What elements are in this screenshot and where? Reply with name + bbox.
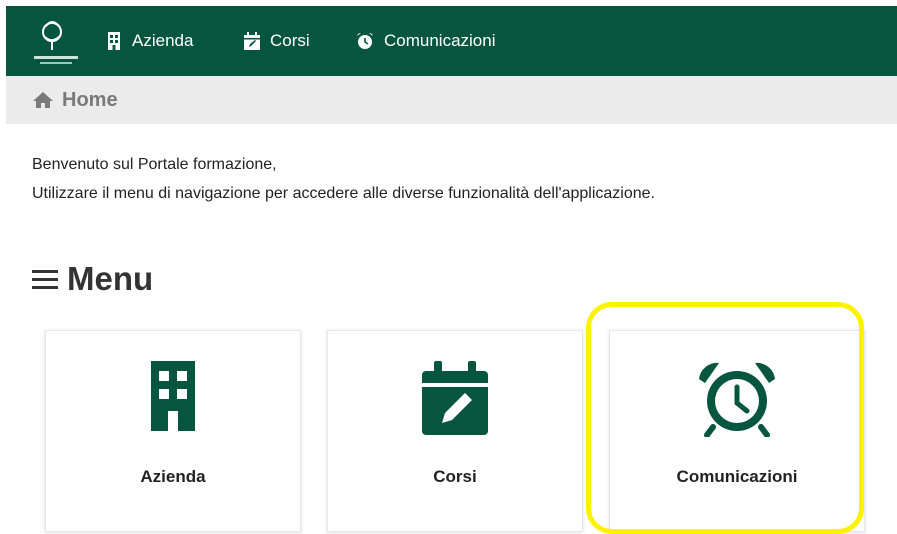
bars-icon — [32, 270, 58, 289]
menu-card-comunicazioni[interactable]: Comunicazioni — [609, 330, 865, 532]
menu-card-comunicazioni-label: Comunicazioni — [676, 467, 798, 486]
menu-heading: Menu — [31, 260, 153, 298]
alarm-clock-icon — [357, 32, 373, 49]
breadcrumb-label: Home — [62, 88, 118, 111]
welcome-line-1: Benvenuto sul Portale formazione, — [32, 156, 277, 173]
menu-card-corsi-label: Corsi — [433, 467, 477, 486]
nav-azienda[interactable]: Azienda — [106, 6, 193, 76]
nav-corsi[interactable]: Corsi — [244, 6, 310, 76]
home-icon — [33, 92, 53, 108]
top-navbar: Azienda Corsi Comunicazioni — [6, 6, 897, 76]
logo[interactable] — [32, 16, 92, 72]
welcome-line-2: Utilizzare il menu di navigazione per ac… — [32, 185, 655, 202]
menu-card-azienda[interactable]: Azienda — [45, 330, 301, 532]
welcome-text: Benvenuto sul Portale formazione, Utiliz… — [32, 150, 655, 208]
nav-comunicazioni[interactable]: Comunicazioni — [356, 6, 496, 76]
nav-azienda-label: Azienda — [132, 31, 194, 50]
menu-title: Menu — [67, 260, 154, 297]
nav-comunicazioni-label: Comunicazioni — [384, 31, 496, 50]
building-icon — [108, 32, 120, 50]
building-icon — [151, 361, 195, 431]
breadcrumb: Home — [6, 76, 897, 124]
logo-wordmark — [34, 56, 78, 59]
calendar-edit-icon — [422, 361, 488, 435]
menu-card-corsi[interactable]: Corsi — [327, 330, 583, 532]
alarm-clock-icon — [699, 362, 775, 437]
nav-corsi-label: Corsi — [270, 31, 310, 50]
menu-card-azienda-label: Azienda — [140, 467, 206, 486]
calendar-edit-icon — [244, 32, 260, 50]
breadcrumb-home[interactable]: Home — [32, 89, 118, 112]
